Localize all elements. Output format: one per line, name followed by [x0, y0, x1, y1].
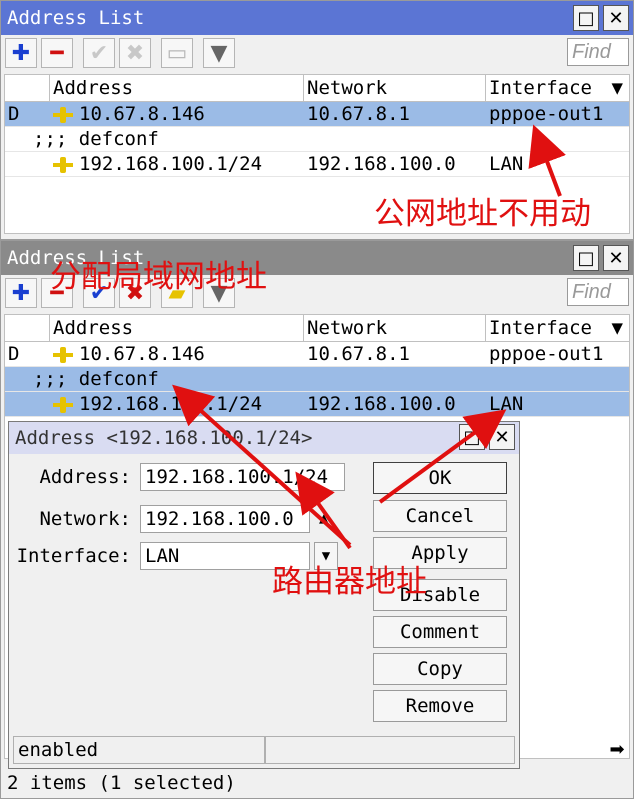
arrow-to-selected-row	[172, 384, 352, 547]
arrow-to-lan-interface	[378, 409, 507, 504]
arrow-to-address-field	[295, 471, 352, 550]
arrow-to-public-interface	[528, 124, 566, 197]
annotation-arrows	[172, 124, 566, 550]
